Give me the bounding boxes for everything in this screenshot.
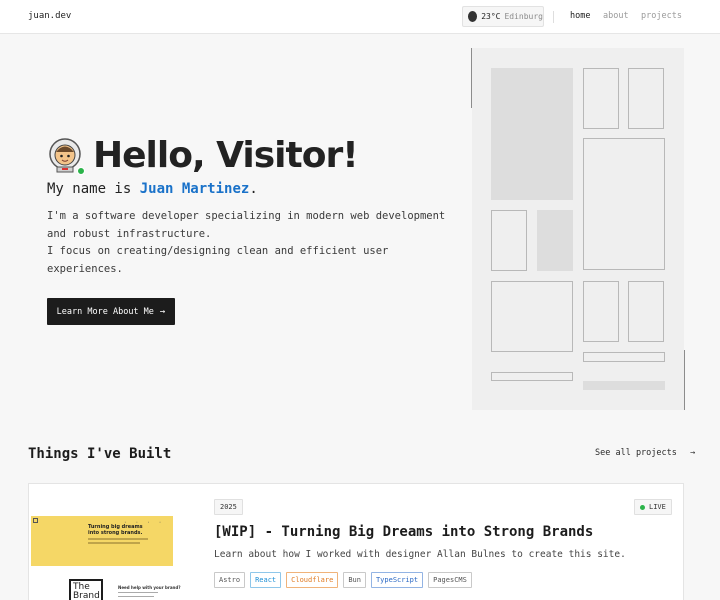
nav-projects[interactable]: projects xyxy=(641,11,682,21)
learn-more-label: Learn More About Me xyxy=(56,306,154,317)
live-dot-icon xyxy=(640,504,645,510)
wireframe-block xyxy=(537,210,573,271)
intro-prefix: My name is xyxy=(47,181,132,197)
bio-line: and robust infrastructure. xyxy=(47,227,212,240)
wireframe-block xyxy=(583,381,665,390)
project-card[interactable]: • • • • Turning big dreams into strong b… xyxy=(28,483,684,600)
project-title[interactable]: [WIP] - Turning Big Dreams into Strong B… xyxy=(214,524,593,540)
status-label: LIVE xyxy=(649,503,666,511)
see-all-label: See all projects xyxy=(595,448,677,458)
online-status-dot xyxy=(77,166,85,175)
nav-home[interactable]: home xyxy=(570,11,590,21)
bio-line: I focus on creating/designing clean and … xyxy=(47,245,389,257)
wireframe-block xyxy=(583,68,619,129)
nav-about[interactable]: about xyxy=(603,11,629,21)
bio-line: I'm a software developer specializing in… xyxy=(47,210,446,222)
site-header: juan.dev 23°C Edinburg home about projec… xyxy=(0,0,720,34)
learn-more-button[interactable]: Learn More About Me → xyxy=(47,298,175,325)
weather-temp: 23°C xyxy=(481,12,501,21)
thumbnail-text-line xyxy=(118,596,154,597)
wireframe-edge xyxy=(471,48,472,108)
wireframe-block xyxy=(491,372,573,381)
tag-typescript: TypeScript xyxy=(370,572,424,588)
wireframe-block xyxy=(583,352,665,362)
wireframe-block xyxy=(583,138,665,270)
hero-heading: Hello, Visitor! xyxy=(47,135,359,176)
layout-wireframe-illustration xyxy=(471,48,685,410)
tag-bun: Bun xyxy=(343,572,366,588)
tag-pagescms: PagesCMS xyxy=(428,572,472,588)
bio-line: experiences. xyxy=(47,262,123,275)
project-status-badge: LIVE xyxy=(634,499,672,515)
thumbnail-help-text: Need help with your brand? xyxy=(118,585,181,590)
project-description: Learn about how I worked with designer A… xyxy=(214,549,626,560)
wireframe-block xyxy=(583,281,619,342)
project-thumbnail: • • • • Turning big dreams into strong b… xyxy=(31,516,173,566)
astronaut-avatar-icon xyxy=(47,137,85,175)
brand-logo-link[interactable]: juan.dev xyxy=(28,11,71,21)
hero-greeting: Hello, Visitor! xyxy=(93,135,359,176)
weather-icon xyxy=(468,11,478,22)
author-name: Juan Martinez xyxy=(139,181,250,197)
wireframe-block xyxy=(491,281,573,352)
wireframe-block xyxy=(628,68,664,129)
weather-widget: 23°C Edinburg xyxy=(462,6,544,27)
arrow-right-icon: → xyxy=(690,448,696,458)
thumbnail-text-line xyxy=(88,538,148,540)
intro-suffix: . xyxy=(249,181,258,197)
bio-text: I'm a software developer specializing in… xyxy=(47,208,447,278)
weather-city: Edinburg xyxy=(504,12,543,21)
thumbnail-logo xyxy=(33,518,38,523)
thumbnail-headline: Turning big dreams into strong brands. xyxy=(88,524,143,536)
section-title: Things I've Built xyxy=(28,446,172,462)
tag-react: React xyxy=(250,572,282,588)
wireframe-block xyxy=(628,281,664,342)
wireframe-block xyxy=(491,68,573,200)
thumbnail-text-line xyxy=(88,542,140,544)
brand-logo-mark: The Brand xyxy=(69,579,103,600)
wireframe-edge xyxy=(684,350,685,410)
intro-line: My name is Juan Martinez. xyxy=(47,181,258,197)
tag-astro: Astro xyxy=(214,572,246,588)
thumbnail-text-line xyxy=(118,592,158,593)
project-tags: Astro React Cloudflare Bun TypeScript Pa… xyxy=(214,572,477,588)
wireframe-block xyxy=(491,210,527,271)
header-divider xyxy=(553,11,554,23)
project-year-badge: 2025 xyxy=(214,499,243,515)
arrow-right-icon: → xyxy=(159,306,166,317)
see-all-projects-link[interactable]: See all projects → xyxy=(595,448,695,458)
tag-cloudflare: Cloudflare xyxy=(286,572,339,588)
